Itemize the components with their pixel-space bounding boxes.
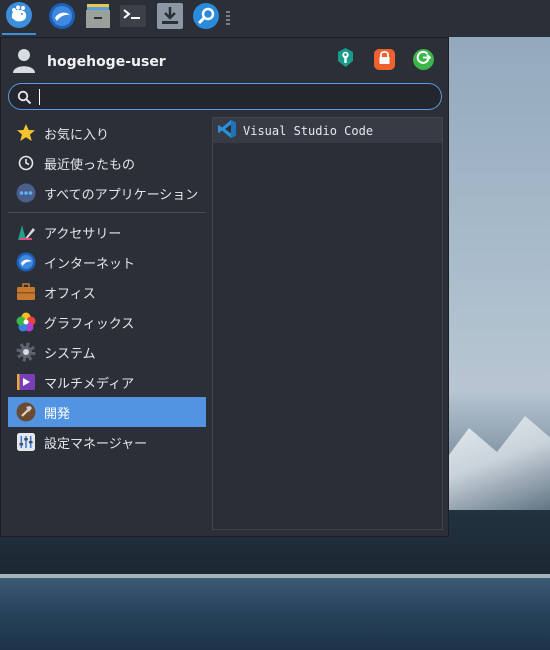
- search-box: [8, 83, 442, 110]
- category-list: お気に入り 最近使ったもの すべてのアプリケーション アクセサリー インターネッ…: [8, 118, 206, 457]
- briefcase-icon: [16, 282, 36, 302]
- search-input[interactable]: [37, 86, 427, 106]
- user-info: hogehoge-user: [9, 47, 166, 77]
- category-label: アクセサリー: [44, 226, 122, 242]
- terminal-launcher[interactable]: [118, 3, 148, 33]
- category-settings-manager[interactable]: 設定マネージャー: [8, 427, 206, 457]
- logout-action[interactable]: [413, 49, 434, 70]
- category-accessories[interactable]: アクセサリー: [8, 217, 206, 247]
- category-label: お気に入り: [44, 127, 110, 143]
- action-buttons: [335, 47, 434, 72]
- globe-icon: [16, 252, 36, 272]
- globe-icon: [48, 2, 76, 34]
- application-list: Visual Studio Code: [212, 117, 443, 530]
- logout-icon: [416, 50, 432, 69]
- category-label: グラフィックス: [44, 316, 135, 332]
- category-recent[interactable]: 最近使ったもの: [8, 148, 206, 178]
- file-manager-launcher[interactable]: [83, 3, 113, 33]
- panel-handle[interactable]: [226, 11, 230, 25]
- category-development[interactable]: 開発: [8, 397, 206, 427]
- sliders-icon: [16, 432, 36, 452]
- category-label: 最近使ったもの: [44, 157, 136, 173]
- magnifier-icon: [17, 90, 32, 109]
- clock-icon: [16, 153, 36, 173]
- category-label: オフィス: [44, 286, 96, 302]
- app-visual-studio-code[interactable]: Visual Studio Code: [213, 118, 442, 143]
- category-graphics[interactable]: グラフィックス: [8, 307, 206, 337]
- accessories-icon: [16, 222, 36, 242]
- palette-icon: [16, 312, 36, 332]
- lock-screen-action[interactable]: [374, 49, 395, 70]
- dots-icon: [16, 183, 36, 203]
- category-label: インターネット: [44, 256, 136, 272]
- category-internet[interactable]: インターネット: [8, 247, 206, 277]
- category-label: マルチメディア: [44, 376, 135, 392]
- web-browser-launcher[interactable]: [47, 3, 77, 33]
- xfce-mouse-icon: [5, 1, 33, 33]
- wrench-icon: [335, 47, 356, 72]
- search-icon: [192, 2, 220, 34]
- category-label: システム: [44, 346, 96, 362]
- category-favorites[interactable]: お気に入り: [8, 118, 206, 148]
- download-icon: [156, 2, 184, 34]
- app-finder-launcher[interactable]: [191, 3, 221, 33]
- gear-icon: [16, 342, 36, 362]
- download-launcher[interactable]: [155, 3, 185, 33]
- settings-manager-action[interactable]: [335, 47, 356, 72]
- separator: [8, 212, 206, 213]
- file-cabinet-icon: [84, 2, 112, 34]
- username: hogehoge-user: [47, 54, 166, 70]
- multimedia-icon: [16, 372, 36, 392]
- category-multimedia[interactable]: マルチメディア: [8, 367, 206, 397]
- app-label: Visual Studio Code: [243, 123, 374, 138]
- category-label: すべてのアプリケーション: [44, 187, 199, 203]
- category-all-applications[interactable]: すべてのアプリケーション: [8, 178, 206, 208]
- whisker-menu-button[interactable]: [2, 1, 36, 35]
- hammer-icon: [16, 402, 36, 422]
- wallpaper-lake: [0, 578, 550, 650]
- category-system[interactable]: システム: [8, 337, 206, 367]
- category-office[interactable]: オフィス: [8, 277, 206, 307]
- star-icon: [16, 123, 36, 143]
- vscode-icon: [217, 119, 237, 143]
- avatar-icon: [9, 45, 39, 79]
- lock-icon: [377, 50, 392, 69]
- category-label: 開発: [44, 406, 71, 422]
- category-label: 設定マネージャー: [44, 436, 148, 452]
- top-panel: [0, 0, 550, 37]
- terminal-icon: [119, 2, 147, 34]
- whisker-menu: hogehoge-user お気に入り 最近使ったもの すべてのアプリケーション…: [0, 37, 449, 537]
